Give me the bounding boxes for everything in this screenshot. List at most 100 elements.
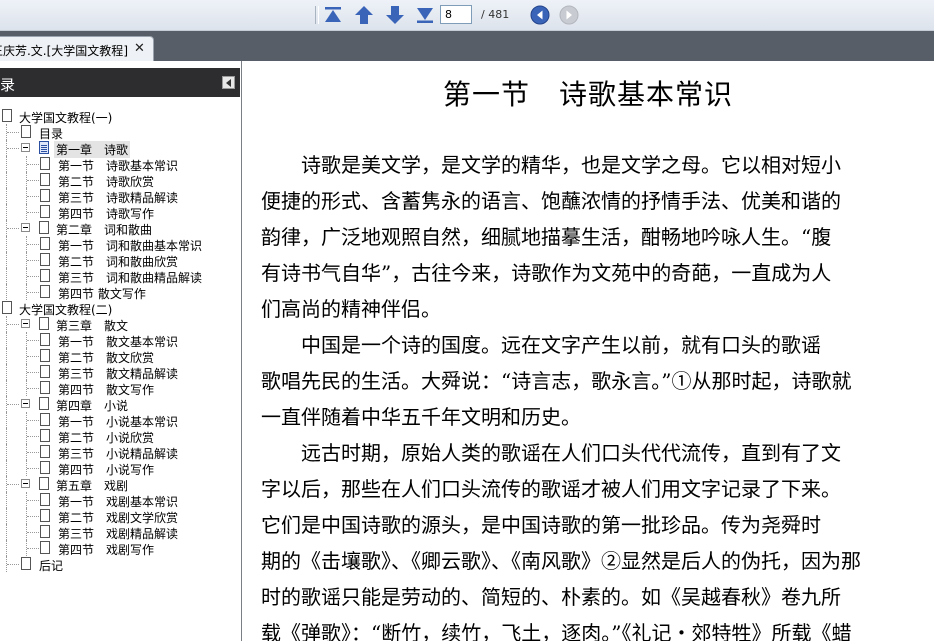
bookmark-page-icon: [40, 333, 50, 346]
bookmark-item[interactable]: 第二节 小说欣赏: [0, 428, 240, 445]
tree-connector: [27, 180, 39, 182]
bookmark-item[interactable]: 第三章 散文: [0, 316, 240, 333]
bookmark-item[interactable]: 第四章 小说: [0, 396, 240, 413]
bookmark-item[interactable]: 第三节 散文精品解读: [0, 364, 240, 381]
first-page-icon: [325, 7, 341, 22]
tree-connector: [27, 244, 39, 246]
tree-connector: [6, 460, 8, 476]
bookmark-item[interactable]: 第一节 散文基本常识: [0, 332, 240, 349]
paragraph: 远古时期，原始人类的歌谣在人们口头代代流传，直到有了文 字以后，那些在人们口头流…: [261, 435, 929, 641]
bookmark-page-icon: [39, 221, 49, 234]
collapse-toggle-icon[interactable]: [21, 223, 30, 232]
bookmark-item[interactable]: 第二节 戏剧文学欣赏: [0, 508, 240, 525]
collapse-toggle-icon[interactable]: [21, 479, 30, 488]
bookmark-page-icon: [40, 269, 50, 282]
bookmark-page-icon: [40, 445, 50, 458]
bookmark-item[interactable]: 第三节 小说精品解读: [0, 444, 240, 461]
bookmarks-sidebar: 录 大学国文教程(一) 目录 第一章 诗歌 第一节 诗歌基本常识 第二节 诗歌欣赏 第三节…: [0, 61, 242, 641]
section-heading: 第一节 诗歌基本常识: [442, 78, 733, 111]
bookmark-page-icon: [40, 173, 50, 186]
bookmark-item[interactable]: 大学国文教程(一): [0, 108, 240, 125]
bookmark-page-icon: [21, 557, 31, 570]
collapse-toggle-icon[interactable]: [21, 319, 30, 328]
bookmark-item[interactable]: 第二节 词和散曲欣赏: [0, 252, 240, 269]
bookmark-item[interactable]: 第二节 诗歌欣赏: [0, 172, 240, 189]
previous-page-button[interactable]: [353, 4, 375, 26]
bookmark-item[interactable]: 第三节 戏剧精品解读: [0, 524, 240, 541]
document-tab[interactable]: [大学国文教程].王庆芳.文... ✕: [0, 36, 154, 61]
bookmark-item[interactable]: 第一节 诗歌基本常识: [0, 156, 240, 173]
bookmark-item[interactable]: 第四节 小说写作: [0, 460, 240, 477]
bookmark-item[interactable]: 第四节 诗歌写作: [0, 204, 240, 221]
collapse-toggle-icon[interactable]: [21, 399, 30, 408]
bookmark-page-icon: [40, 525, 50, 538]
bookmark-page-icon: [2, 301, 12, 314]
bookmark-item[interactable]: 第五章 戏剧: [0, 476, 240, 493]
tree-connector: [6, 348, 8, 364]
tree-connector: [6, 284, 8, 300]
document-tab-title: [大学国文教程].王庆芳.文...: [0, 44, 128, 58]
bookmark-item[interactable]: 第三节 词和散曲精品解读: [0, 268, 240, 285]
bookmark-item[interactable]: 大学国文教程(二): [0, 300, 240, 317]
bookmark-item[interactable]: 第二章 词和散曲: [0, 220, 240, 237]
text-line: 载《弹歌》：“断竹，续竹，飞土，逐肉。”《礼记・郊特牲》所载《蜡: [261, 621, 852, 641]
forward-button[interactable]: [558, 4, 580, 26]
tree-connector: [6, 540, 8, 556]
toolbar-separator: [315, 6, 319, 24]
bookmark-item[interactable]: 第二节 散文欣赏: [0, 348, 240, 365]
bookmark-item[interactable]: 第三节 诗歌精品解读: [0, 188, 240, 205]
text-line: 歌唱先民的生活。大舜说：“诗言志，歌永言。”①从那时起，诗歌就: [261, 369, 852, 393]
page-number-input[interactable]: [440, 5, 472, 24]
tab-strip: [大学国文教程].王庆芳.文... ✕: [0, 31, 934, 61]
bookmark-page-icon: [40, 237, 50, 250]
sidebar-title: 录: [0, 76, 16, 94]
text-line: 时的歌谣只能是劳动的、简短的、朴素的。如《吴越春秋》卷九所: [261, 585, 841, 609]
tree-connector: [6, 492, 8, 508]
collapse-toggle-icon[interactable]: [21, 143, 30, 152]
bookmark-item[interactable]: 后记: [0, 556, 240, 573]
bookmark-item[interactable]: 第一节 戏剧基本常识: [0, 492, 240, 509]
collapse-sidebar-icon[interactable]: [222, 76, 235, 89]
tree-connector: [6, 508, 8, 524]
text-line: 远古时期，原始人类的歌谣在人们口头代代流传，直到有了文: [261, 441, 841, 465]
bookmark-page-icon: [39, 317, 49, 330]
paragraph: 中国是一个诗的国度。远在文字产生以前，就有口头的歌谣 歌唱先民的生活。大舜说：“…: [261, 327, 929, 435]
back-button[interactable]: [529, 4, 551, 26]
text-line: 字以后，那些在人们口头流传的歌谣才被人们用文字记录了下来。: [261, 477, 841, 501]
bookmark-page-icon: [40, 157, 50, 170]
tree-connector: [27, 356, 39, 358]
bookmark-page-icon: [40, 285, 50, 298]
bookmark-item[interactable]: 第一章 诗歌: [0, 140, 240, 158]
back-arrow-icon: [530, 5, 550, 25]
first-page-button[interactable]: [322, 4, 344, 26]
arrow-up-icon: [355, 6, 373, 24]
tree-connector: [27, 260, 39, 262]
bookmark-item[interactable]: 第四节 戏剧写作: [0, 540, 240, 557]
tree-connector: [6, 156, 8, 172]
tree-connector: [7, 132, 19, 134]
last-page-button[interactable]: [414, 4, 436, 26]
next-page-button[interactable]: [384, 4, 406, 26]
bookmark-item[interactable]: 目录: [0, 124, 240, 141]
tree-connector: [27, 516, 39, 518]
last-page-icon: [417, 8, 433, 23]
toolbar: / 481: [0, 0, 934, 31]
tree-connector: [6, 428, 8, 444]
close-icon[interactable]: ✕: [134, 41, 145, 56]
tree-connector: [6, 364, 8, 380]
bookmark-item[interactable]: 第四节 散文写作: [0, 284, 240, 301]
tree-connector: [7, 404, 19, 406]
bookmark-item[interactable]: 第一节 词和散曲基本常识: [0, 236, 240, 253]
tree-connector: [27, 292, 39, 294]
bookmark-item[interactable]: 第一节 小说基本常识: [0, 412, 240, 429]
tree-connector: [6, 332, 8, 348]
bookmark-item[interactable]: 第四节 散文写作: [0, 380, 240, 397]
bookmark-page-icon: [40, 349, 50, 362]
bookmark-page-icon: [40, 381, 50, 394]
bookmark-page-selected-icon: [39, 141, 49, 154]
bookmark-page-icon: [2, 109, 12, 122]
tree-connector: [27, 372, 39, 374]
bookmark-page-icon: [40, 365, 50, 378]
tree-connector: [27, 548, 39, 550]
tree-connector: [6, 172, 8, 188]
